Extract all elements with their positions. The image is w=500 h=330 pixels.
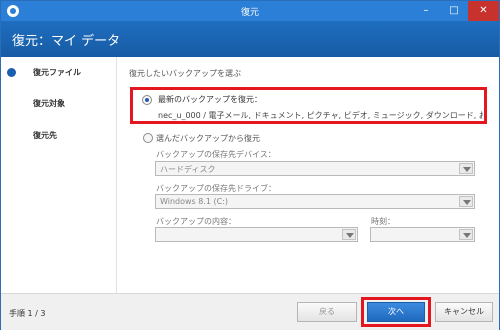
content-label: バックアップの内容： xyxy=(156,217,236,226)
chevron-down-icon[interactable] xyxy=(459,196,473,207)
current-step-icon xyxy=(7,68,16,77)
time-label: 時刻： xyxy=(371,217,395,226)
step-indicator: 手順 1 / 3 xyxy=(9,309,46,318)
page-title: 復元：マイ データ xyxy=(12,34,121,49)
device-select-value: ハードディスク xyxy=(160,165,216,174)
restore-window: 復元 – □ ✕ 復元：マイ データ 復元ファイル 復元対象 復元先 復元したい… xyxy=(0,0,500,330)
sidebar-item-restore-target: 復元対象 xyxy=(1,96,117,112)
chevron-down-icon[interactable] xyxy=(459,229,473,240)
page-header: 復元：マイ データ xyxy=(1,21,499,57)
sidebar-item-label: 復元先 xyxy=(33,131,57,140)
sidebar-item-label: 復元対象 xyxy=(33,99,65,108)
chosen-backup-radio[interactable] xyxy=(143,133,153,143)
drive-label: バックアップの保存先ドライブ： xyxy=(156,184,276,193)
chevron-down-icon[interactable] xyxy=(342,229,356,240)
latest-backup-radio[interactable] xyxy=(142,95,152,105)
device-label: バックアップの保存先デバイス： xyxy=(156,150,276,159)
wizard-footer: 手順 1 / 3 戻る 次へ キャンセル xyxy=(1,293,499,330)
drive-select-value: Windows 8.1 (C:) xyxy=(160,197,229,206)
next-button[interactable]: 次へ xyxy=(367,302,425,322)
maximize-button[interactable]: □ xyxy=(440,1,468,21)
chosen-backup-title[interactable]: 選んだバックアップから復元 xyxy=(156,133,260,144)
back-button[interactable]: 戻る xyxy=(297,302,357,322)
title-bar: 復元 – □ ✕ xyxy=(1,1,499,21)
latest-backup-option[interactable]: 最新のバックアップを復元： nec_u_000 / 電子メール, ドキュメント,… xyxy=(130,87,487,124)
content-select[interactable] xyxy=(155,227,358,242)
sidebar-item-restore-files: 復元ファイル xyxy=(1,65,117,81)
step-sidebar: 復元ファイル 復元対象 復元先 xyxy=(1,57,117,293)
close-button[interactable]: ✕ xyxy=(468,1,499,21)
chevron-down-icon[interactable] xyxy=(459,163,473,174)
section-label: 復元したいバックアップを選ぶ xyxy=(129,69,241,78)
latest-backup-detail: nec_u_000 / 電子メール, ドキュメント, ピクチャ, ビデオ, ミュ… xyxy=(158,111,483,120)
time-select[interactable] xyxy=(370,227,475,242)
latest-backup-title: 最新のバックアップを復元： xyxy=(158,95,262,104)
minimize-button[interactable]: – xyxy=(412,1,440,21)
sidebar-item-label: 復元ファイル xyxy=(33,68,81,77)
cancel-button[interactable]: キャンセル xyxy=(435,302,493,322)
main-content: 復元したいバックアップを選ぶ 最新のバックアップを復元： nec_u_000 /… xyxy=(118,57,499,293)
device-select[interactable]: ハードディスク xyxy=(155,161,475,176)
drive-select[interactable]: Windows 8.1 (C:) xyxy=(155,194,475,209)
sidebar-item-restore-destination: 復元先 xyxy=(1,128,117,144)
